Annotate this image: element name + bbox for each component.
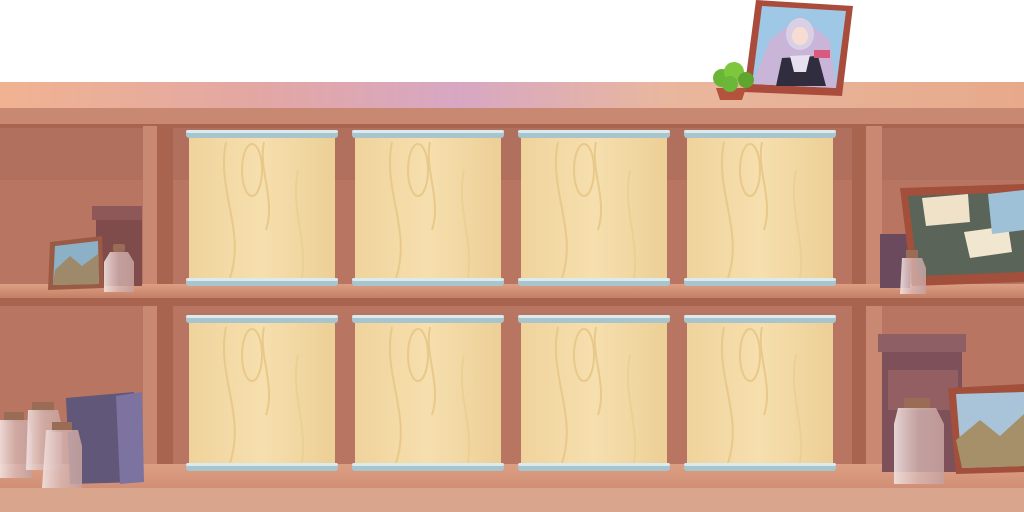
storage-slot-r2-c2[interactable] xyxy=(352,315,504,471)
shelf-divider-right xyxy=(852,126,866,512)
storage-slot-r2-c1[interactable] xyxy=(186,315,338,471)
right-upper-decor xyxy=(880,184,1024,294)
storage-slot-r1-c2[interactable] xyxy=(352,130,504,286)
storage-slot-r2-c3[interactable] xyxy=(518,315,670,471)
storage-shelf-scene xyxy=(0,0,1024,512)
storage-slot-r1-c3[interactable] xyxy=(518,130,670,286)
shelf-middle-board xyxy=(0,284,1024,298)
shelf-artwork xyxy=(0,0,1024,512)
shelf-top-board xyxy=(0,82,1024,112)
storage-slot-r2-c4[interactable] xyxy=(684,315,836,471)
shelf-divider-left xyxy=(143,126,157,512)
storage-slot-r1-c4[interactable] xyxy=(684,130,836,286)
framed-character-portrait xyxy=(744,0,853,96)
storage-slot-r1-c1[interactable] xyxy=(186,130,338,286)
